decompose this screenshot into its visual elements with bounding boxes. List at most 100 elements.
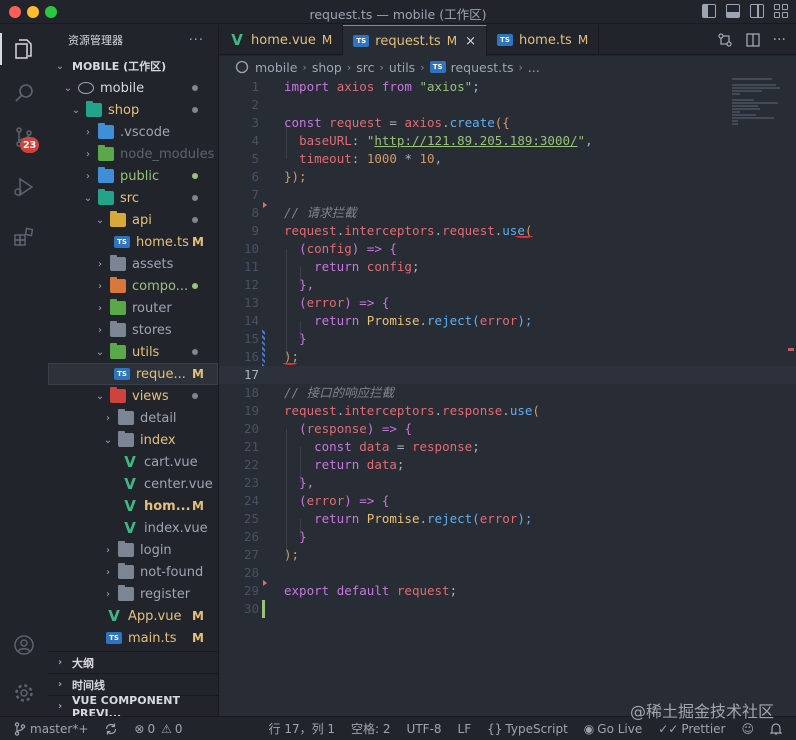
bell-icon	[770, 723, 782, 735]
go-live-label: Go Live	[597, 721, 643, 736]
notifications-button[interactable]	[762, 722, 790, 735]
run-debug-activity-button[interactable]	[0, 165, 48, 209]
breadcrumb-separator-icon: ›	[379, 60, 384, 74]
modified-dot	[192, 217, 198, 223]
problems-status[interactable]: ⊗ 0 ⚠ 0	[126, 722, 190, 736]
customize-layout-icon[interactable]	[774, 4, 788, 18]
feedback-button[interactable]: ☺	[733, 722, 762, 736]
encoding-status[interactable]: UTF-8	[399, 722, 450, 736]
more-actions-icon[interactable]: ···	[773, 32, 786, 48]
indentation-status[interactable]: 空格: 2	[343, 720, 399, 737]
tree-item-utils[interactable]: ⌄ utils	[48, 341, 218, 363]
tree-label: public	[120, 168, 160, 184]
tree-item-request-ts[interactable]: TS reque... M	[48, 363, 218, 385]
breadcrumb-item[interactable]: mobile	[255, 60, 297, 75]
open-changes-icon[interactable]	[717, 32, 733, 48]
extensions-activity-button[interactable]	[0, 215, 48, 259]
chevron-down-icon: ⌄	[55, 60, 65, 72]
tree-item-main-ts[interactable]: TS main.ts M	[48, 627, 218, 649]
branch-status[interactable]: master*+	[6, 722, 96, 736]
git-branch-icon	[14, 721, 26, 736]
tree-label: node_modules	[120, 146, 215, 162]
prettier-label: Prettier	[681, 721, 726, 736]
line-number: 14	[243, 313, 259, 328]
activity-bar: 23	[0, 25, 48, 716]
code-line: 20 (response) => {	[219, 420, 796, 438]
api-folder-icon	[110, 211, 126, 227]
tree-item-api[interactable]: ⌄ api	[48, 209, 218, 231]
outline-section[interactable]: › 大纲	[48, 651, 218, 673]
tree-item-components[interactable]: › compo...	[48, 275, 218, 297]
accounts-activity-button[interactable]	[0, 623, 48, 667]
tab-request-ts[interactable]: TS request.ts M ×	[343, 25, 487, 56]
tree-item-vscode[interactable]: › .vscode	[48, 121, 218, 143]
breadcrumb-item[interactable]: utils	[389, 60, 415, 75]
tree-item-node-modules[interactable]: › node_modules	[48, 143, 218, 165]
code-line: 3 const request = axios.create({	[219, 114, 796, 132]
tree-item-mobile[interactable]: ⌄ mobile	[48, 77, 218, 99]
prettier-status[interactable]: ✓✓ Prettier	[650, 722, 733, 736]
split-editor-icon[interactable]	[745, 32, 761, 48]
code-line: 26 }	[219, 528, 796, 546]
go-live-button[interactable]: ◉ Go Live	[576, 722, 650, 736]
tree-item-shop[interactable]: ⌄ shop	[48, 99, 218, 121]
tree-item-register[interactable]: › register	[48, 583, 218, 605]
code-line: 2	[219, 96, 796, 114]
tree-item-index-vue[interactable]: V index.vue	[48, 517, 218, 539]
tree-item-cart-vue[interactable]: V cart.vue	[48, 451, 218, 473]
tree-item-src[interactable]: ⌄ src	[48, 187, 218, 209]
manage-activity-button[interactable]	[0, 671, 48, 715]
code-line: 18 // 接口的响应拦截	[219, 384, 796, 402]
chevron-down-icon: ⌄	[95, 390, 105, 402]
sync-icon	[106, 723, 117, 734]
tree-item-detail[interactable]: › detail	[48, 407, 218, 429]
line-number: 3	[251, 115, 259, 130]
toggle-primary-sidebar-icon[interactable]	[702, 4, 716, 18]
breadcrumb-item[interactable]: ...	[528, 60, 540, 75]
tree-item-home-vue[interactable]: V hom... M	[48, 495, 218, 517]
line-number: 9	[251, 223, 259, 238]
explorer-activity-button[interactable]	[0, 27, 48, 71]
tree-item-public[interactable]: › public	[48, 165, 218, 187]
tree-item-login[interactable]: › login	[48, 539, 218, 561]
code-line: 16 );	[219, 348, 796, 366]
tab-home-ts[interactable]: TS home.ts M	[487, 25, 600, 55]
chevron-right-icon: ›	[98, 258, 102, 270]
tree-item-router[interactable]: › router	[48, 297, 218, 319]
explorer-sidebar: 资源管理器 ··· ⌄ MOBILE (工作区) ⌄ mobile ⌄ shop…	[48, 25, 219, 716]
tree-item-stores[interactable]: › stores	[48, 319, 218, 341]
tree-item-home-ts[interactable]: TS home.ts M	[48, 231, 218, 253]
tab-label: request.ts	[375, 33, 441, 49]
tab-home-vue[interactable]: V home.vue M	[219, 25, 344, 55]
vue-preview-section[interactable]: › VUE COMPONENT PREVI...	[48, 694, 218, 716]
vertical-scrollbar[interactable]	[782, 78, 796, 716]
tree-item-index[interactable]: ⌄ index	[48, 429, 218, 451]
timeline-section[interactable]: › 时间线	[48, 673, 218, 695]
line-number: 26	[243, 529, 259, 544]
breadcrumb-item[interactable]: request.ts	[451, 60, 514, 75]
sync-status[interactable]	[96, 722, 126, 736]
tree-item-app-vue[interactable]: V App.vue M	[48, 605, 218, 627]
tree-item-views[interactable]: ⌄ views	[48, 385, 218, 407]
toggle-secondary-sidebar-icon[interactable]	[750, 4, 764, 18]
workspace-root[interactable]: ⌄ MOBILE (工作区)	[48, 55, 218, 77]
untracked-dot	[192, 173, 198, 179]
close-tab-icon[interactable]: ×	[465, 34, 476, 49]
toggle-panel-icon[interactable]	[726, 4, 740, 18]
language-mode[interactable]: {} TypeScript	[479, 722, 576, 736]
chevron-right-icon: ›	[86, 126, 90, 138]
breadcrumb-item[interactable]: src	[356, 60, 374, 75]
tree-item-not-found[interactable]: › not-found	[48, 561, 218, 583]
breadcrumb-item[interactable]: shop	[312, 60, 342, 75]
line-number: 23	[243, 475, 259, 490]
code-editor[interactable]: 1 import axios from "axios"; 2 3 const r…	[219, 78, 796, 716]
tree-item-center-vue[interactable]: V center.vue	[48, 473, 218, 495]
search-activity-button[interactable]	[0, 71, 48, 115]
eol-status[interactable]: LF	[450, 722, 480, 736]
source-control-activity-button[interactable]: 23	[0, 115, 48, 159]
cursor-position[interactable]: 行 17，列 1	[261, 720, 344, 737]
vue-file-icon: V	[124, 453, 136, 471]
minimap[interactable]	[732, 78, 782, 148]
tree-item-assets[interactable]: › assets	[48, 253, 218, 275]
more-actions-icon[interactable]: ···	[189, 33, 204, 48]
